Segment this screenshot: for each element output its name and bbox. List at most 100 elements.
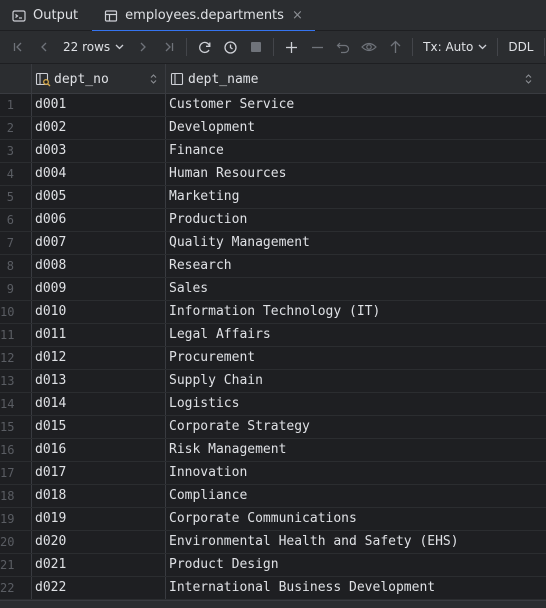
refresh-icon[interactable] — [191, 34, 217, 60]
cell-dept-no[interactable]: d016 — [35, 439, 66, 461]
row-number[interactable]: 7 — [0, 232, 31, 254]
row-number[interactable]: 8 — [0, 255, 31, 277]
cell-dept-name[interactable]: Production — [169, 209, 247, 231]
cell-dept-no[interactable]: d019 — [35, 508, 66, 530]
cell-dept-name[interactable]: Corporate Communications — [169, 508, 357, 530]
cell-dept-name[interactable]: Supply Chain — [169, 370, 263, 392]
sort-icon[interactable] — [150, 73, 157, 85]
horizontal-scrollbar[interactable] — [0, 600, 546, 608]
ddl-button[interactable]: DDL — [502, 40, 539, 54]
close-icon[interactable]: × — [292, 9, 303, 22]
add-row-icon[interactable] — [278, 34, 304, 60]
cell-dept-no[interactable]: d006 — [35, 209, 66, 231]
cell-dept-no[interactable]: d008 — [35, 255, 66, 277]
column-header-dept-name[interactable]: dept_name — [169, 64, 540, 94]
table-row[interactable]: 10 d010 Information Technology (IT) — [0, 301, 546, 324]
row-number[interactable]: 1 — [0, 94, 31, 116]
cell-dept-no[interactable]: d018 — [35, 485, 66, 507]
table-row[interactable]: 14 d014 Logistics — [0, 393, 546, 416]
tab-output[interactable]: Output — [0, 0, 90, 31]
cell-dept-no[interactable]: d021 — [35, 554, 66, 576]
tab-employees-departments[interactable]: employees.departments × — [92, 0, 315, 32]
cell-dept-name[interactable]: Innovation — [169, 462, 247, 484]
stop-icon[interactable] — [243, 34, 269, 60]
cell-dept-name[interactable]: Legal Affairs — [169, 324, 271, 346]
cell-dept-no[interactable]: d011 — [35, 324, 66, 346]
row-number[interactable]: 3 — [0, 140, 31, 162]
table-row[interactable]: 5 d005 Marketing — [0, 186, 546, 209]
history-icon[interactable] — [217, 34, 243, 60]
transaction-mode-dropdown[interactable]: Tx: Auto — [417, 40, 493, 54]
table-row[interactable]: 16 d016 Risk Management — [0, 439, 546, 462]
cell-dept-no[interactable]: d020 — [35, 531, 66, 553]
cell-dept-no[interactable]: d003 — [35, 140, 66, 162]
preview-changes-icon[interactable] — [356, 34, 382, 60]
first-page-icon[interactable] — [5, 34, 31, 60]
row-number[interactable]: 17 — [0, 462, 31, 484]
row-number[interactable]: 6 — [0, 209, 31, 231]
previous-page-icon[interactable] — [31, 34, 57, 60]
table-row[interactable]: 4 d004 Human Resources — [0, 163, 546, 186]
cell-dept-name[interactable]: Research — [169, 255, 232, 277]
cell-dept-no[interactable]: d002 — [35, 117, 66, 139]
cell-dept-no[interactable]: d007 — [35, 232, 66, 254]
row-number[interactable]: 16 — [0, 439, 31, 461]
table-row[interactable]: 13 d013 Supply Chain — [0, 370, 546, 393]
row-number[interactable]: 19 — [0, 508, 31, 530]
cell-dept-name[interactable]: Finance — [169, 140, 224, 162]
table-row[interactable]: 21 d021 Product Design — [0, 554, 546, 577]
cell-dept-name[interactable]: Customer Service — [169, 94, 294, 116]
row-number[interactable]: 4 — [0, 163, 31, 185]
cell-dept-name[interactable]: Development — [169, 117, 255, 139]
row-number[interactable]: 9 — [0, 278, 31, 300]
row-number[interactable]: 15 — [0, 416, 31, 438]
cell-dept-name[interactable]: Risk Management — [169, 439, 286, 461]
cell-dept-name[interactable]: Environmental Health and Safety (EHS) — [169, 531, 459, 553]
row-number[interactable]: 2 — [0, 117, 31, 139]
row-number[interactable]: 5 — [0, 186, 31, 208]
cell-dept-no[interactable]: d004 — [35, 163, 66, 185]
table-row[interactable]: 22 d022 International Business Development — [0, 577, 546, 600]
sort-icon[interactable] — [525, 73, 532, 85]
cell-dept-no[interactable]: d005 — [35, 186, 66, 208]
cell-dept-name[interactable]: Corporate Strategy — [169, 416, 310, 438]
last-page-icon[interactable] — [156, 34, 182, 60]
table-row[interactable]: 15 d015 Corporate Strategy — [0, 416, 546, 439]
column-header-dept-no[interactable]: dept_no — [35, 64, 165, 94]
table-row[interactable]: 17 d017 Innovation — [0, 462, 546, 485]
cell-dept-no[interactable]: d017 — [35, 462, 66, 484]
row-number[interactable]: 14 — [0, 393, 31, 415]
cell-dept-name[interactable]: Information Technology (IT) — [169, 301, 380, 323]
cell-dept-no[interactable]: d010 — [35, 301, 66, 323]
row-number[interactable]: 22 — [0, 577, 31, 599]
table-row[interactable]: 9 d009 Sales — [0, 278, 546, 301]
table-row[interactable]: 8 d008 Research — [0, 255, 546, 278]
cell-dept-name[interactable]: International Business Development — [169, 577, 435, 599]
next-page-icon[interactable] — [130, 34, 156, 60]
cell-dept-name[interactable]: Product Design — [169, 554, 279, 576]
cell-dept-no[interactable]: d022 — [35, 577, 66, 599]
cell-dept-name[interactable]: Compliance — [169, 485, 247, 507]
table-row[interactable]: 7 d007 Quality Management — [0, 232, 546, 255]
row-number[interactable]: 21 — [0, 554, 31, 576]
row-number[interactable]: 12 — [0, 347, 31, 369]
cell-dept-no[interactable]: d014 — [35, 393, 66, 415]
table-row[interactable]: 11 d011 Legal Affairs — [0, 324, 546, 347]
table-row[interactable]: 2 d002 Development — [0, 117, 546, 140]
cell-dept-no[interactable]: d001 — [35, 94, 66, 116]
table-row[interactable]: 6 d006 Production — [0, 209, 546, 232]
cell-dept-name[interactable]: Marketing — [169, 186, 239, 208]
cell-dept-name[interactable]: Quality Management — [169, 232, 310, 254]
submit-icon[interactable] — [382, 34, 408, 60]
table-row[interactable]: 3 d003 Finance — [0, 140, 546, 163]
cell-dept-name[interactable]: Human Resources — [169, 163, 286, 185]
cell-dept-no[interactable]: d009 — [35, 278, 66, 300]
cell-dept-name[interactable]: Procurement — [169, 347, 255, 369]
row-number[interactable]: 11 — [0, 324, 31, 346]
table-row[interactable]: 12 d012 Procurement — [0, 347, 546, 370]
row-number[interactable]: 18 — [0, 485, 31, 507]
row-number[interactable]: 13 — [0, 370, 31, 392]
cell-dept-no[interactable]: d015 — [35, 416, 66, 438]
rows-per-page-dropdown[interactable]: 22 rows — [57, 34, 130, 60]
table-row[interactable]: 18 d018 Compliance — [0, 485, 546, 508]
